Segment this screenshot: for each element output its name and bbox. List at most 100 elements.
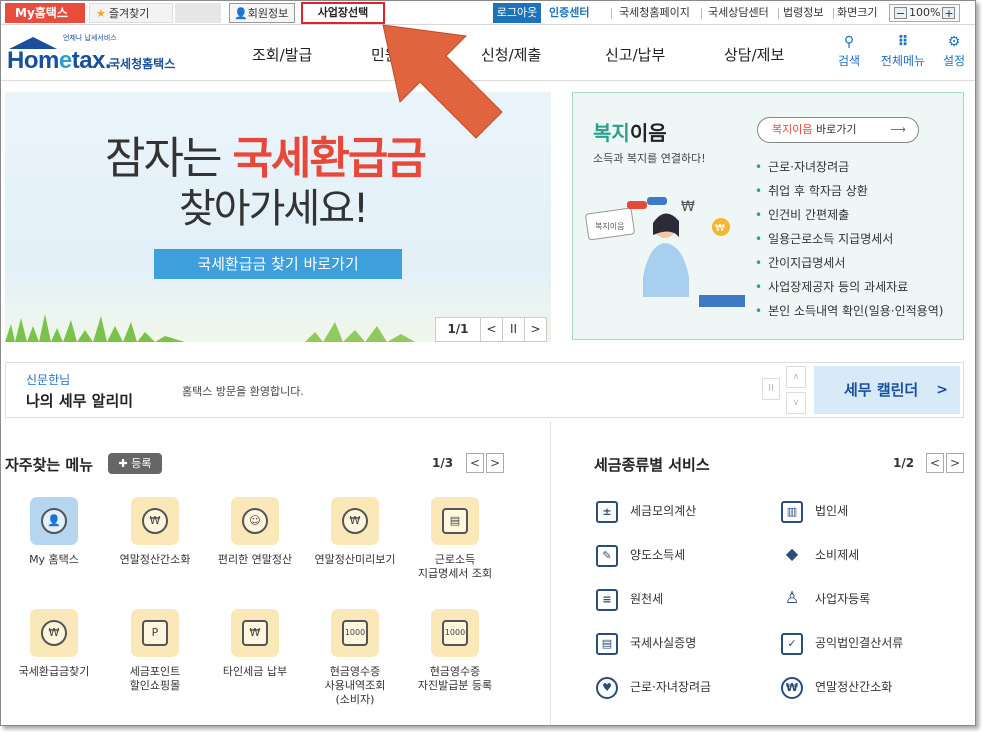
notifier-pause-button[interactable]: II <box>762 378 780 400</box>
gear-icon: ⚙ <box>947 34 961 50</box>
banner-pause-button[interactable]: II <box>502 318 524 341</box>
consult-center-link[interactable]: 국세상담센터 <box>708 3 769 23</box>
arrow-right-icon: ⟶ <box>890 123 906 136</box>
tax-service-corporate-tax[interactable]: ▥ 법인세 <box>781 499 848 523</box>
tax-service-business-registration[interactable]: ♙ 사업자등록 <box>781 587 870 611</box>
welfare-item[interactable]: 근로·자녀장려금 <box>755 155 943 179</box>
favorites-button[interactable]: ★ 즐겨찾기 <box>89 3 173 23</box>
salary-slip-icon: ≡ <box>596 588 618 611</box>
person-icon: 👤 <box>30 497 78 545</box>
nav-civil-certificate[interactable]: 민원증명 <box>371 44 426 65</box>
welfare-item[interactable]: 취업 후 학자금 상환 <box>755 179 943 203</box>
all-menu-button[interactable]: ⠿ 전체메뉴 <box>877 34 929 69</box>
tax-service-public-interest-corp[interactable]: ✓ 공익법인결산서류 <box>781 631 903 655</box>
banner-pager: 1/1 < II > <box>435 317 547 342</box>
my-hometax-button[interactable]: My홈택스 <box>5 3 85 23</box>
zoom-in-button[interactable]: + <box>942 7 956 19</box>
favorites-prev-button[interactable]: < <box>466 453 484 473</box>
receipt-icon: 1000 <box>331 609 379 657</box>
favorite-item-earned-income-statement[interactable]: ▤ 근로소득 지급명세서 조회 <box>405 497 505 581</box>
screen-size-label: 화면크기 <box>837 6 878 19</box>
favorite-item-cash-receipt-self-issue[interactable]: 1000 현금영수증 자진발급분 등록 <box>405 609 505 693</box>
favorite-item-year-end-preview[interactable]: ₩ 연말정산미리보기 <box>305 497 405 567</box>
member-info-label: 회원정보 <box>247 7 289 20</box>
blank-button[interactable] <box>175 3 221 23</box>
nav-apply-submit[interactable]: 신청/제출 <box>481 44 541 65</box>
tax-service-withholding[interactable]: ≡ 원천세 <box>596 587 663 611</box>
user-icon: 👤 <box>234 7 248 20</box>
document-icon: ▤ <box>596 632 618 655</box>
tax-service-fact-certificate[interactable]: ▤ 국세사실증명 <box>596 631 696 655</box>
plus-icon: ✚ <box>118 457 132 470</box>
favorite-item-cash-receipt-usage[interactable]: 1000 현금영수증 사용내역조회 (소비자) <box>305 609 405 707</box>
logo-subtitle: 언제나 납세서비스 <box>63 34 117 42</box>
separator <box>701 8 702 19</box>
nav-report-pay[interactable]: 신고/납부 <box>605 44 665 65</box>
welfare-item[interactable]: 인건비 간편제출 <box>755 203 943 227</box>
wallet-icon: ▤ <box>431 497 479 545</box>
search-icon: ⚲ <box>843 34 855 50</box>
notifier-title: 나의 세무 알리미 <box>26 392 134 410</box>
favorite-item-convenient-year-end[interactable]: ☺ 편리한 연말정산 <box>205 497 305 567</box>
tax-calendar-button[interactable]: 세무 캘린더 > <box>814 366 960 414</box>
nav-inquiry[interactable]: 조회/발급 <box>252 44 312 65</box>
tax-service-capital-gains[interactable]: ✎ 양도소득세 <box>596 543 685 567</box>
member-info-button[interactable]: 👤회원정보 <box>229 3 295 23</box>
tax-service-earned-income-credit[interactable]: ♥ 근로·자녀장려금 <box>596 675 711 699</box>
add-favorite-button[interactable]: ✚ 등록 <box>108 453 162 474</box>
main-header: 언제나 납세서비스 Hometax. 국세청홈택스 조회/발급 민원증명 신청/… <box>1 26 975 81</box>
star-icon: ★ <box>96 7 106 20</box>
welfare-item[interactable]: 간이지급명세서 <box>755 251 943 275</box>
diamond-icon: ◆ <box>785 543 799 563</box>
business-select-button[interactable]: 사업장선택 <box>301 2 385 24</box>
notifier-up-button[interactable]: ∧ <box>786 366 806 388</box>
welfare-item[interactable]: 사업장제공자 등의 과세자료 <box>755 275 943 299</box>
law-info-link[interactable]: 법령정보 <box>783 3 823 23</box>
notifier-down-button[interactable]: ∨ <box>786 392 806 414</box>
calculator-icon: ± <box>596 500 618 523</box>
tax-service-consumption-tax[interactable]: ◆ 소비제세 <box>781 543 859 567</box>
utility-bar: My홈택스 ★ 즐겨찾기 👤회원정보 사업장선택 로그아웃 인증센터 국세청홈페이… <box>1 1 975 25</box>
refund-shortcut-button[interactable]: 국세환급금 찾기 바로가기 <box>154 249 402 279</box>
search-button[interactable]: ⚲ 검색 <box>834 34 864 69</box>
svg-text:₩: ₩ <box>681 199 695 215</box>
logout-button[interactable]: 로그아웃 <box>493 3 541 23</box>
hometax-logo[interactable]: 언제나 납세서비스 Hometax. 국세청홈택스 <box>7 31 187 75</box>
favorite-item-refund-search[interactable]: ₩ 국세환급금찾기 <box>4 609 104 679</box>
banner-prev-button[interactable]: < <box>480 318 502 341</box>
welfare-item[interactable]: 일용근로소득 지급명세서 <box>755 227 943 251</box>
welfare-title: 복지이음 <box>593 121 667 145</box>
banner-next-button[interactable]: > <box>524 318 546 341</box>
favorite-item-my-hometax[interactable]: 👤 My 홈택스 <box>4 497 104 567</box>
tax-service-next-button[interactable]: > <box>946 453 964 473</box>
separator <box>833 8 834 19</box>
welfare-shortcut-button[interactable]: 복지이음 바로가기 ⟶ <box>757 117 919 143</box>
clipboard-check-icon: ✓ <box>781 632 803 655</box>
chevron-right-icon: > <box>936 382 948 398</box>
favorites-label: 즐겨찾기 <box>108 7 150 20</box>
tax-service-year-end-simple[interactable]: ₩ 연말정산간소화 <box>781 675 892 699</box>
zoom-value: 100% <box>909 6 941 19</box>
favorites-next-button[interactable]: > <box>486 453 504 473</box>
money-bag-icon: ₩ <box>131 497 179 545</box>
nav-consult-report[interactable]: 상담/제보 <box>724 44 784 65</box>
refund-banner[interactable]: 잠자는 국세환급금 찾아가세요! 국세환급금 찾기 바로가기 1/1 < II … <box>5 92 551 342</box>
welfare-list: 근로·자녀장려금 취업 후 학자금 상환 인건비 간편제출 일용근로소득 지급명… <box>755 155 943 323</box>
favorites-menu-title: 자주찾는 메뉴 <box>5 456 94 474</box>
settings-button[interactable]: ⚙ 설정 <box>939 34 969 69</box>
tax-service-prev-button[interactable]: < <box>926 453 944 473</box>
zoom-out-button[interactable]: − <box>894 7 907 19</box>
cert-center-link[interactable]: 인증센터 <box>549 3 589 23</box>
bill-icon: ₩ <box>231 609 279 657</box>
favorites-page-indicator: 1/3 <box>432 456 454 470</box>
favorite-item-year-end-simple[interactable]: ₩ 연말정산간소화 <box>105 497 205 567</box>
money-bag-icon: ₩ <box>781 676 803 699</box>
welfare-item[interactable]: 본인 소득내역 확인(일용·인적용역) <box>755 299 943 323</box>
svg-text:복지이음: 복지이음 <box>595 221 624 231</box>
favorite-item-tax-point-mall[interactable]: P 세금포인트 할인쇼핑몰 <box>105 609 205 693</box>
tax-service-tax-calc[interactable]: ± 세금모의계산 <box>596 499 696 523</box>
tax-service-page-indicator: 1/2 <box>893 456 915 470</box>
favorite-item-pay-others-tax[interactable]: ₩ 타인세금 납부 <box>205 609 305 679</box>
separator <box>611 8 612 19</box>
nts-homepage-link[interactable]: 국세청홈페이지 <box>619 3 690 23</box>
